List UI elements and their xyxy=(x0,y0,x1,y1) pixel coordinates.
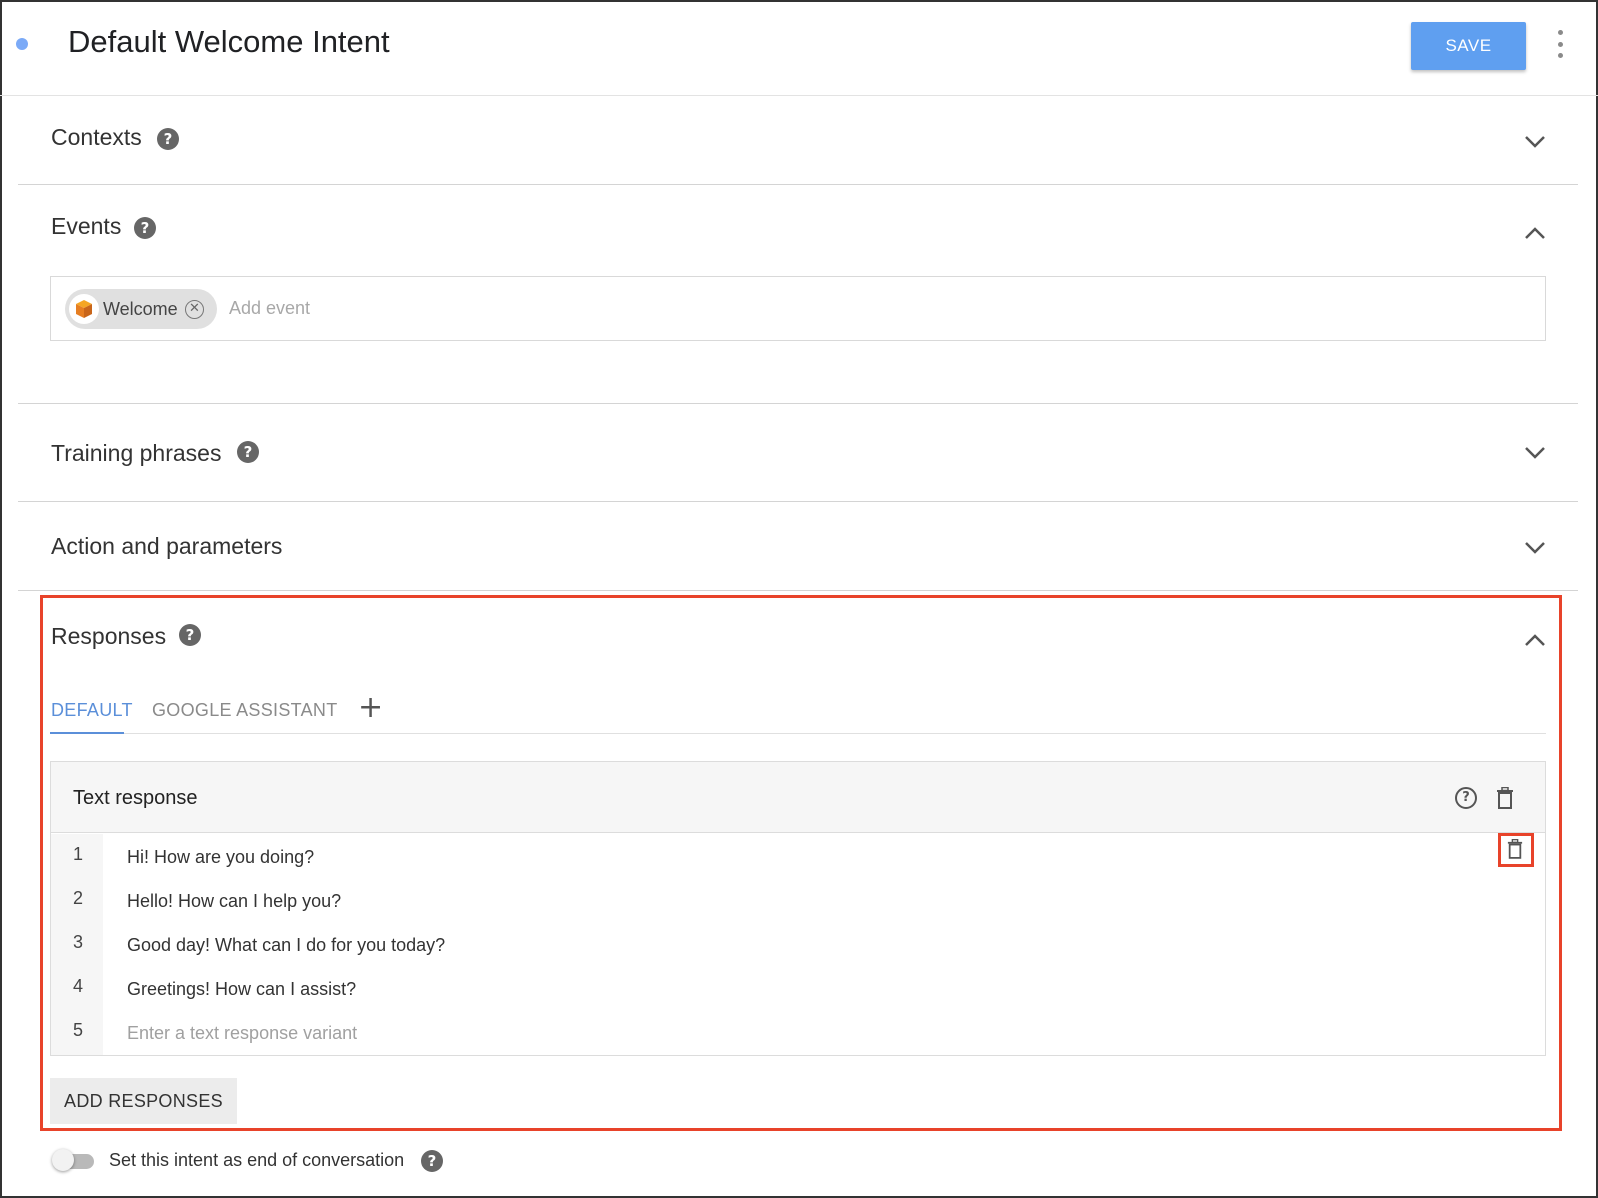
row-number: 2 xyxy=(73,888,84,908)
delete-variant-button[interactable] xyxy=(1498,833,1534,867)
response-variant[interactable]: Good day! What can I do for you today? xyxy=(127,935,445,956)
text-response-card: Text response ? 1 Hi! How are you doing?… xyxy=(50,761,1546,1056)
help-icon[interactable]: ? xyxy=(179,624,201,646)
remove-chip-icon[interactable]: ✕ xyxy=(185,300,204,319)
help-icon[interactable]: ? xyxy=(157,128,179,150)
section-training-title[interactable]: Training phrases xyxy=(51,440,221,467)
text-response-title: Text response xyxy=(73,787,198,809)
trash-icon[interactable] xyxy=(1507,839,1523,859)
new-variant-input[interactable]: Enter a text response variant xyxy=(127,1023,357,1044)
section-divider xyxy=(18,590,1578,591)
help-icon[interactable]: ? xyxy=(134,217,156,239)
active-tab-indicator xyxy=(50,732,124,734)
response-variant[interactable]: Hi! How are you doing? xyxy=(127,847,314,868)
intent-header: Default Welcome Intent SAVE xyxy=(0,0,1598,96)
help-icon[interactable]: ? xyxy=(421,1150,443,1172)
section-divider xyxy=(18,184,1578,185)
more-vert-icon[interactable] xyxy=(1556,30,1564,58)
text-response-header: Text response ? xyxy=(51,762,1545,833)
toggle-knob xyxy=(52,1149,74,1171)
events-input[interactable]: Welcome ✕ Add event xyxy=(50,276,1546,341)
response-tabs: DEFAULT GOOGLE ASSISTANT + xyxy=(50,690,1546,734)
trash-icon[interactable] xyxy=(1496,787,1514,809)
add-responses-button[interactable]: ADD RESPONSES xyxy=(50,1078,237,1124)
help-icon[interactable]: ? xyxy=(237,441,259,463)
response-variant[interactable]: Greetings! How can I assist? xyxy=(127,979,356,1000)
tab-google-assistant[interactable]: GOOGLE ASSISTANT xyxy=(152,700,338,721)
intent-title[interactable]: Default Welcome Intent xyxy=(68,24,390,60)
row-number: 3 xyxy=(73,932,84,952)
end-conversation-label: Set this intent as end of conversation xyxy=(109,1150,405,1170)
help-outline-icon[interactable]: ? xyxy=(1455,787,1477,809)
event-chip[interactable]: Welcome ✕ xyxy=(65,289,217,329)
row-number: 4 xyxy=(73,976,84,996)
section-responses-title[interactable]: Responses xyxy=(51,623,166,650)
chevron-up-icon[interactable] xyxy=(1524,633,1546,647)
section-divider xyxy=(18,403,1578,404)
row-number: 5 xyxy=(73,1020,84,1040)
chevron-down-icon[interactable] xyxy=(1524,446,1546,460)
plus-icon[interactable]: + xyxy=(358,690,383,725)
chevron-down-icon[interactable] xyxy=(1524,541,1546,555)
tab-default[interactable]: DEFAULT xyxy=(51,700,133,721)
section-contexts-title[interactable]: Contexts xyxy=(51,124,142,151)
event-chip-label: Welcome xyxy=(103,299,178,319)
chevron-up-icon[interactable] xyxy=(1524,226,1546,240)
end-conversation-toggle[interactable] xyxy=(52,1149,96,1171)
section-action-title[interactable]: Action and parameters xyxy=(51,533,282,560)
section-events-title[interactable]: Events xyxy=(51,213,121,240)
section-divider xyxy=(18,501,1578,502)
save-button[interactable]: SAVE xyxy=(1411,22,1526,70)
add-event-input[interactable]: Add event xyxy=(229,298,310,319)
event-cube-icon xyxy=(69,294,99,324)
row-number: 1 xyxy=(73,844,84,864)
intent-status-dot xyxy=(16,38,28,50)
response-variant[interactable]: Hello! How can I help you? xyxy=(127,891,341,912)
chevron-down-icon[interactable] xyxy=(1524,135,1546,149)
